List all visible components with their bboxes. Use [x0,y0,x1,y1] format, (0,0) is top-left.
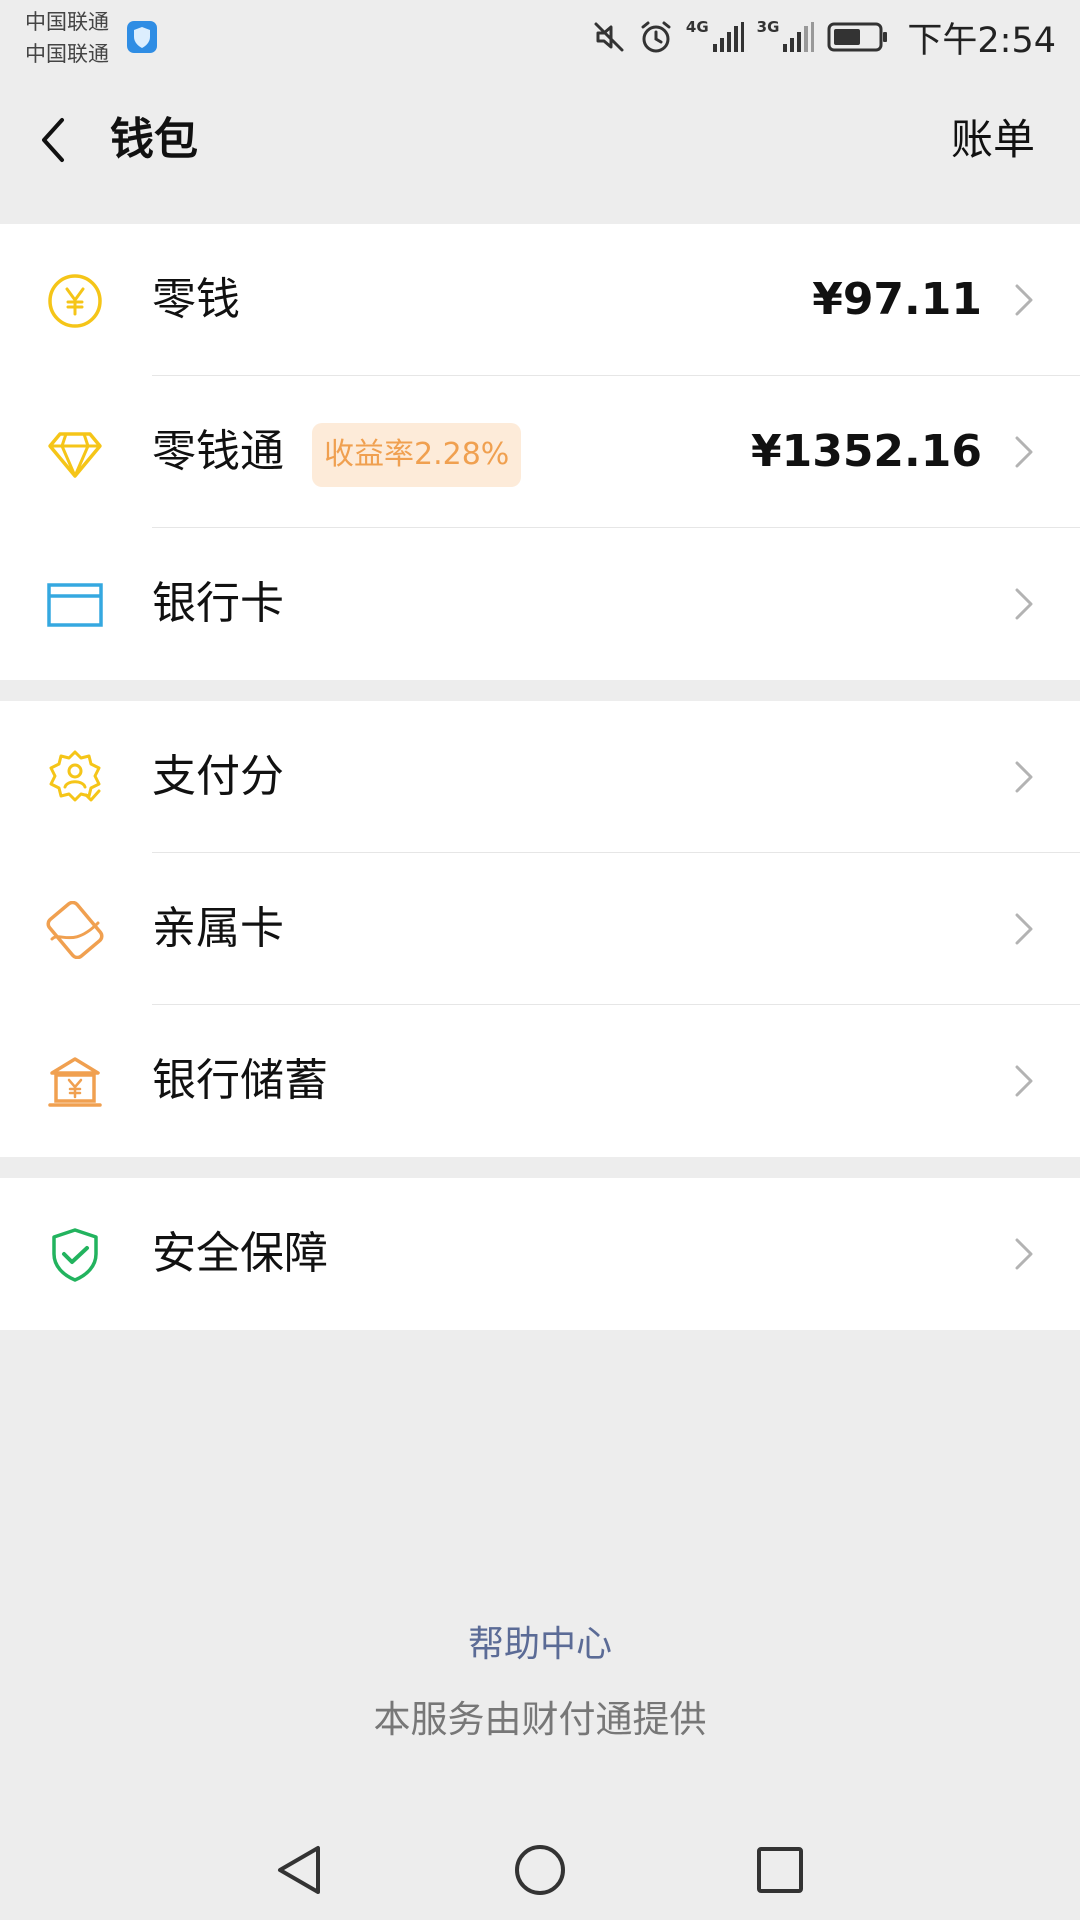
mute-icon [594,22,624,52]
status-time: 下午2:54 [907,20,1056,61]
nav-recents-icon[interactable] [748,1838,812,1902]
carrier-line-1: 中国联通 [25,10,109,34]
nav-back-icon[interactable] [268,1838,332,1902]
chevron-right-icon [1015,913,1033,945]
yield-rate-badge: 收益率2.28% [312,423,522,487]
header: 钱包 账单 [0,72,1080,222]
bank-savings-icon [48,1057,102,1107]
row-value: ¥97.11 [812,274,982,325]
yuan-coin-icon [48,274,102,328]
battery-icon [827,22,888,52]
chevron-right-icon [1015,761,1033,793]
row-label: 银行卡 [152,578,284,629]
row-change[interactable]: 零钱 ¥97.11 [0,224,1080,376]
family-card-icon [46,901,104,959]
bill-link[interactable]: 账单 [951,108,1035,172]
row-lingqiantong[interactable]: 零钱通 收益率2.28% ¥1352.16 [0,376,1080,528]
chevron-right-icon [1015,1065,1033,1097]
system-navigation-bar [0,1820,1080,1920]
carrier-line-2: 中国联通 [25,42,109,66]
row-pay-score[interactable]: 支付分 [0,701,1080,853]
help-center-link[interactable]: 帮助中心 [0,1617,1080,1673]
wallet-group-balances: 零钱 ¥97.11 零钱通 收益率2.28% ¥1352.16 银行卡 [0,224,1080,680]
row-label: 支付分 [152,751,284,802]
nav-home-icon[interactable] [508,1838,572,1902]
signal-3g-icon: 3G [757,20,816,54]
row-label: 银行储蓄 [152,1055,328,1106]
row-label: 安全保障 [152,1228,328,1279]
wallet-group-services: 支付分 亲属卡 银行储蓄 [0,701,1080,1157]
chevron-right-icon [1015,436,1033,468]
back-arrow-icon[interactable] [30,112,86,168]
network-3g-label: 3G [756,18,780,36]
security-shield-icon [52,1228,98,1282]
chevron-right-icon [1015,284,1033,316]
service-provider-text: 本服务由财付通提供 [373,1698,707,1741]
row-bank-card[interactable]: 银行卡 [0,528,1080,680]
pay-score-icon [49,750,101,802]
row-label: 亲属卡 [152,903,284,954]
diamond-icon [48,432,102,478]
bank-card-icon [47,583,103,627]
shield-icon [127,21,157,53]
signal-4g-icon: 4G [686,20,745,54]
network-4g-label: 4G [685,18,709,36]
alarm-icon [641,21,671,53]
row-label: 零钱通 [152,426,284,477]
chevron-right-icon [1015,1238,1033,1270]
page-title: 钱包 [110,114,198,165]
status-icons: 4G 3G 下午2:54 [592,14,1056,61]
chevron-right-icon [1015,588,1033,620]
carrier-names: 中国联通 中国联通 [25,6,109,70]
row-label: 零钱 [152,274,240,325]
wallet-group-security: 安全保障 [0,1178,1080,1330]
row-security[interactable]: 安全保障 [0,1178,1080,1330]
status-bar: 中国联通 中国联通 4G 3G 下午2:54 [0,0,1080,72]
row-family-card[interactable]: 亲属卡 [0,853,1080,1005]
row-value: ¥1352.16 [750,426,982,477]
row-bank-savings[interactable]: 银行储蓄 [0,1005,1080,1157]
